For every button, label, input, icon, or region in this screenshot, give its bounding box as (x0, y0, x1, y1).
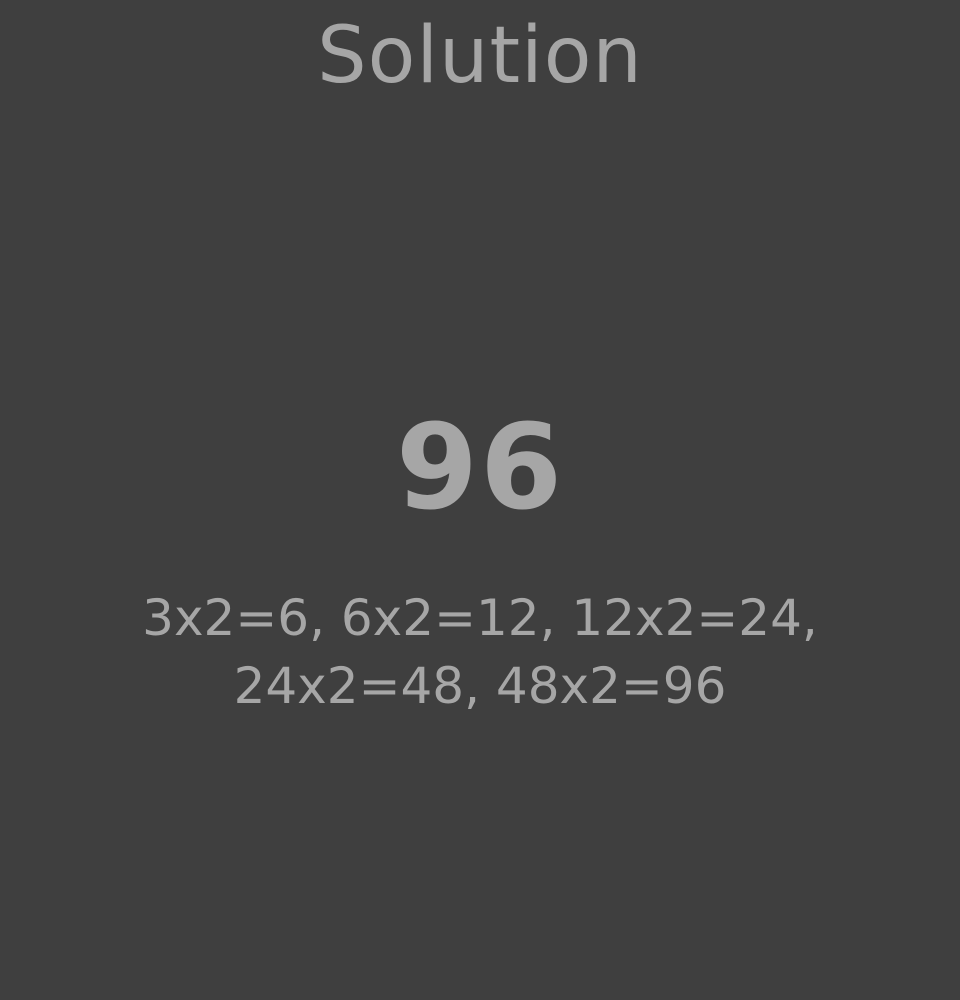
solution-screen: Solution 96 3x2=6, 6x2=12, 12x2=24, 24x2… (0, 0, 960, 1000)
page-title: Solution (317, 11, 643, 101)
solution-explanation: 3x2=6, 6x2=12, 12x2=24, 24x2=48, 48x2=96 (142, 589, 818, 715)
answer-value: 96 (395, 398, 565, 536)
